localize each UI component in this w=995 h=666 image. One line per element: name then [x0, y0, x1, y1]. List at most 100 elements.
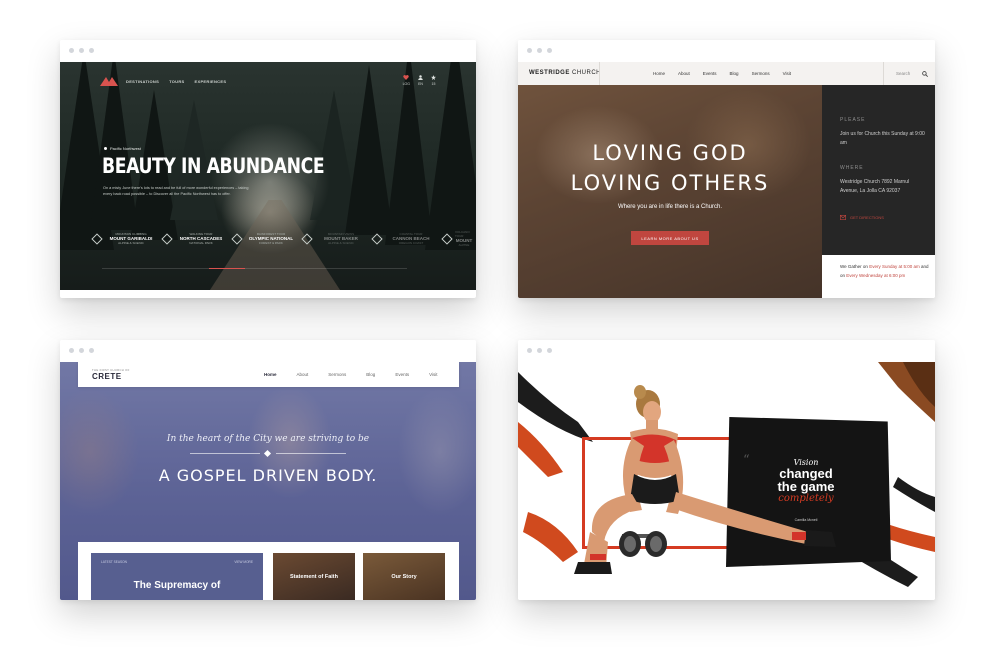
hero-heading-line2: LOVING OTHERS [570, 171, 770, 195]
account-link[interactable]: EN [418, 75, 423, 86]
hero-image: LOVING GOD LOVING OTHERS Where you are i… [518, 85, 822, 298]
account-label: EN [418, 82, 423, 86]
slider-progress-bar[interactable] [102, 268, 407, 269]
westridge-site-window: WESTRIDGE CHURCH Home About Events Blog … [518, 40, 935, 298]
hero-title: A GOSPEL DRIVEN BODY. [158, 466, 378, 485]
directions-label: GET DIRECTIONS [850, 215, 884, 220]
nav-about[interactable]: About [297, 372, 309, 377]
nav-home[interactable]: Home [264, 372, 277, 377]
favorites-link[interactable]: LOG [403, 75, 410, 86]
brand-bold: WESTRIDGE [529, 70, 570, 76]
card-title: Our Story [391, 574, 417, 580]
hero-description: On a misty June there's lots to read and… [103, 186, 249, 196]
fitness-hero: “ Vision changed the game completely Cam… [518, 362, 935, 600]
crete-site-window: THE FIRST CHURCH OF CRETE Home About Ser… [60, 340, 476, 600]
window-dot[interactable] [79, 48, 84, 53]
window-dot[interactable] [537, 48, 542, 53]
window-dot[interactable] [69, 48, 74, 53]
nav-events[interactable]: Events [703, 71, 717, 76]
stop-item[interactable]: WALKING TOUR NORTH CASCADES NATIONAL PARK [161, 232, 227, 245]
stop-item[interactable]: VOLCANO TOUR MOUNT ALPINE [441, 230, 473, 247]
stop-subtitle: OREGON COAST [398, 241, 424, 245]
fitness-site-window: “ Vision changed the game completely Cam… [518, 340, 935, 600]
nav-sermons[interactable]: Sermons [328, 372, 346, 377]
nav-blog[interactable]: Blog [366, 372, 375, 377]
athlete-image [574, 385, 836, 574]
nav-visit[interactable]: Visit [429, 372, 437, 377]
stop-item[interactable]: MOUNTAIN CLIMBING MOUNT GARIBALDI ALPINE &… [91, 232, 157, 245]
mountain-logo-icon[interactable] [100, 76, 118, 86]
eyebrow-text: Pacific Northwest [110, 146, 141, 151]
stop-item[interactable]: MOUNTAIN VIEWS MOUNT BAKER ALPINE & SCENIC [301, 232, 367, 245]
hero-heading-line1: LOVING GOD [592, 141, 748, 165]
main-nav: Home About Events Blog Sermons Visit [653, 71, 791, 76]
gathering-text: We Gather on Every Sunday at 5:00 am and… [840, 262, 930, 280]
sermon-series-card[interactable]: LATEST SEASON VIEW MORE The Supremacy of [91, 553, 263, 600]
window-dot[interactable] [89, 348, 94, 353]
site-header: WESTRIDGE CHURCH Home About Events Blog … [518, 62, 935, 86]
stop-item[interactable]: COASTAL TOUR CANNON BEACH OREGON COAST [371, 232, 437, 245]
nav-destinations[interactable]: DESTINATIONS [126, 79, 159, 84]
stop-subtitle: ALPINE [458, 243, 470, 247]
search-box[interactable]: Search [883, 62, 935, 85]
crete-page: THE FIRST CHURCH OF CRETE Home About Ser… [60, 362, 476, 600]
progress-fill [208, 268, 246, 269]
stop-item[interactable]: RAINFOREST TOUR OLYMPIC NATIONAL FOREST & … [231, 232, 297, 245]
card-title: Statement of Faith [290, 574, 338, 580]
diamond-marker-icon [371, 232, 383, 245]
nav-blog[interactable]: Blog [730, 71, 739, 76]
window-dot[interactable] [79, 348, 84, 353]
stop-subtitle: NATIONAL PARK [189, 241, 213, 245]
search-icon[interactable] [922, 70, 928, 77]
statement-of-faith-card[interactable]: Statement of Faith [273, 553, 355, 600]
window-dot[interactable] [547, 348, 552, 353]
diamond-marker-icon [91, 232, 103, 245]
diamond-marker-icon [441, 232, 453, 245]
nav-experiences[interactable]: EXPERIENCES [195, 79, 227, 84]
please-label: PLEASE [840, 117, 866, 123]
window-dot[interactable] [69, 348, 74, 353]
card-eyebrow: LATEST SEASON [101, 560, 127, 564]
learn-more-button[interactable]: LEARN MORE ABOUT US [631, 231, 709, 245]
stop-category: VOLCANO TOUR [455, 230, 470, 238]
brand-logo[interactable]: THE FIRST CHURCH OF CRETE [92, 368, 130, 381]
main-nav: Home About Sermons Blog Events Visit [264, 372, 438, 377]
header-utility-icons: LOG EN 15 [403, 75, 436, 86]
diamond-marker-icon [231, 232, 243, 245]
info-sidebar: PLEASE Join us for Church this Sunday at… [822, 85, 935, 255]
browser-chrome [518, 40, 935, 62]
nav-visit[interactable]: Visit [783, 71, 791, 76]
window-dot[interactable] [527, 348, 532, 353]
nav-sermons[interactable]: Sermons [752, 71, 770, 76]
user-icon [418, 75, 423, 80]
divider-line [276, 453, 346, 454]
browser-chrome [60, 40, 476, 62]
window-dot[interactable] [89, 48, 94, 53]
where-label: WHERE [840, 165, 864, 171]
location-pin-icon [104, 147, 107, 150]
diamond-marker-icon [161, 232, 173, 245]
westridge-page: WESTRIDGE CHURCH Home About Events Blog … [518, 62, 935, 298]
view-more-link[interactable]: VIEW MORE [234, 560, 253, 564]
map-icon [840, 215, 846, 220]
nav-tours[interactable]: TOURS [169, 79, 184, 84]
get-directions-link[interactable]: GET DIRECTIONS [840, 215, 884, 220]
hero-tagline: In the heart of the City we are striving… [166, 434, 370, 444]
brand-logo[interactable]: WESTRIDGE CHURCH [529, 70, 601, 76]
window-dot[interactable] [547, 48, 552, 53]
hero-title: BEAUTY IN ABUNDANCE [102, 154, 325, 178]
gather-prefix: We Gather on [840, 264, 870, 269]
window-dot[interactable] [527, 48, 532, 53]
nav-home[interactable]: Home [653, 71, 665, 76]
our-story-card[interactable]: Our Story [363, 553, 445, 600]
nav-about[interactable]: About [678, 71, 690, 76]
browser-chrome [60, 340, 476, 362]
window-dot[interactable] [537, 348, 542, 353]
search-placeholder: Search [896, 71, 911, 76]
rating-link[interactable]: 15 [431, 75, 436, 86]
star-icon [431, 75, 436, 80]
card-title: The Supremacy of [133, 580, 221, 591]
nav-events[interactable]: Events [395, 372, 409, 377]
rating-label: 15 [431, 82, 436, 86]
diamond-marker-icon [301, 232, 313, 245]
